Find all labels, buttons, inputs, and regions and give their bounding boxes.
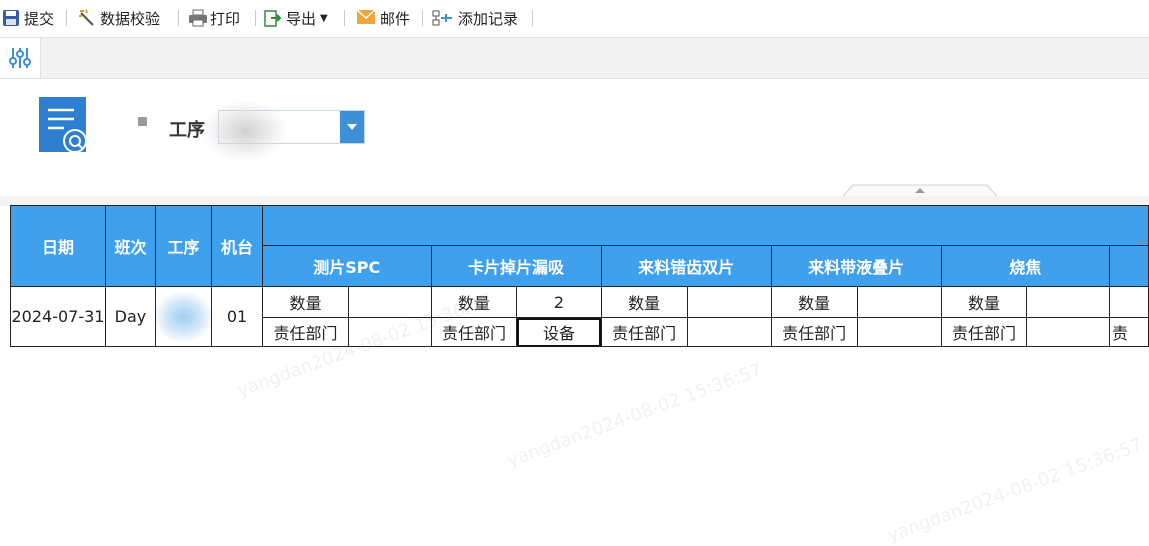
header-group-overflow [1109,245,1149,287]
qty-label: 数量 [262,286,349,318]
cell-machine[interactable]: 01 [210,286,264,347]
data-table: 日期 班次 工序 机台 测片SPC 卡片掉片漏吸 来料错齿双片 来料带液叠片 烧… [10,205,1149,347]
redacted-area [205,102,285,160]
export-label: 导出 [286,9,317,28]
cell-date[interactable]: 2024-07-31 [10,286,106,347]
header-process: 工序 [155,205,212,287]
save-icon [2,9,20,27]
header-group: 烧焦 [940,245,1111,287]
submit-button[interactable]: 提交 [2,7,54,29]
validate-label: 数据校验 [100,9,161,28]
header-group: 测片SPC [262,245,432,287]
chevron-down-icon: ▼ [320,12,328,24]
dept-label-overflow: 责 [1109,317,1149,347]
add-record-label: 添加记录 [458,9,519,28]
redacted-area [156,292,211,341]
dept-label: 责任部门 [940,317,1028,347]
header-date: 日期 [10,205,106,287]
collapse-panel-handle[interactable] [843,184,997,196]
toolbar-divider [178,10,179,26]
header-machine: 机台 [210,205,264,287]
dept-label: 责任部门 [770,317,858,347]
qty-input[interactable] [686,286,772,318]
overflow-cell [1109,286,1149,318]
qty-input[interactable]: 2 [516,286,602,318]
cell-shift[interactable]: Day [104,286,157,347]
header-group: 来料错齿双片 [600,245,772,287]
export-icon [264,9,282,27]
field-bullet [138,117,147,126]
mail-button[interactable]: 邮件 [356,7,410,29]
watermark: yangdan2024-08-02 15:36:57 [884,434,1146,546]
qty-label: 数量 [430,286,518,318]
toolbar-divider [422,10,423,26]
filter-toggle-button[interactable] [0,38,41,78]
print-label: 打印 [210,9,241,28]
dropdown-arrow-icon[interactable] [340,111,364,143]
add-record-icon [432,9,454,27]
export-button[interactable]: 导出 ▼ [264,7,328,29]
header-group-band [262,205,1149,246]
header-group: 来料带液叠片 [770,245,942,287]
toolbar-divider [255,10,256,26]
print-button[interactable]: 打印 [188,7,240,29]
toolbar-divider [532,10,533,26]
dept-input[interactable] [686,317,772,347]
dept-label: 责任部门 [262,317,349,347]
dept-label: 责任部门 [430,317,518,347]
mail-icon [356,9,376,27]
sliders-icon [9,48,31,68]
filter-strip [0,38,1149,79]
qty-label: 数量 [600,286,688,318]
mail-label: 邮件 [380,9,411,28]
add-record-button[interactable]: 添加记录 [432,7,518,29]
query-document-icon [38,96,90,154]
dept-input[interactable] [856,317,942,347]
printer-icon [188,9,207,27]
validate-button[interactable]: 数据校验 [78,7,160,29]
toolbar-divider [344,10,345,26]
wand-icon [78,9,96,27]
dept-input[interactable] [1026,317,1111,347]
header-shift: 班次 [104,205,157,287]
dept-input[interactable] [347,317,432,347]
process-label: 工序 [169,120,205,141]
qty-input[interactable] [1026,286,1111,318]
watermark: yangdan2024-08-02 15:36:57 [504,359,766,472]
toolbar: 提交 数据校验 打印 导出 ▼ 邮件 添加记录 [0,0,1149,38]
dept-input-selected[interactable]: 设备 [516,317,602,347]
qty-input[interactable] [856,286,942,318]
qty-input[interactable] [347,286,432,318]
dept-label: 责任部门 [600,317,688,347]
toolbar-divider [66,10,67,26]
qty-label: 数量 [770,286,858,318]
submit-label: 提交 [24,9,55,28]
header-group: 卡片掉片漏吸 [430,245,602,287]
qty-label: 数量 [940,286,1028,318]
cell-process[interactable] [155,286,212,347]
